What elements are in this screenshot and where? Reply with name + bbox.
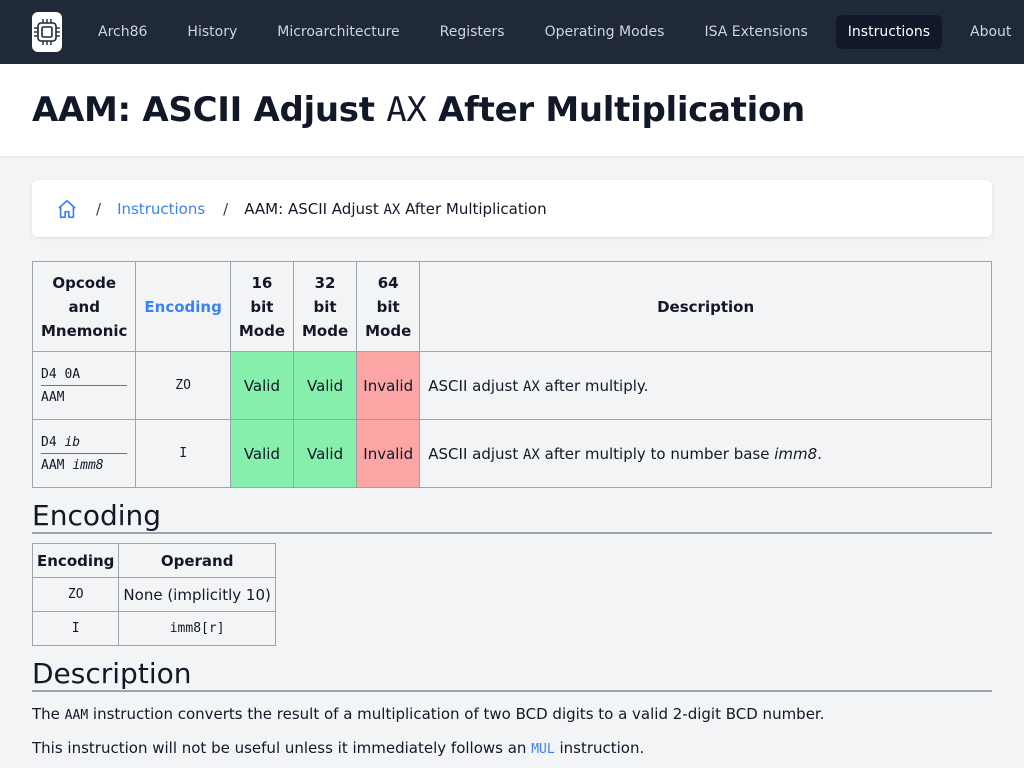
header-operand: Operand	[118, 543, 276, 578]
instruction-table-header: Opcode and Mnemonic Encoding 16 bit Mode…	[31, 261, 992, 352]
mode64-cell: Invalid	[356, 419, 421, 488]
mul-instruction-link[interactable]: MUL	[531, 742, 554, 757]
operand-cell: imm8[r]	[118, 611, 276, 646]
opcode: D4	[41, 434, 65, 450]
breadcrumb-current-suffix: After Multiplication	[400, 199, 547, 218]
description-cell: ASCII adjust AX after multiply.	[419, 351, 992, 420]
mnemonic-operand: imm8	[72, 457, 104, 473]
description-cell: ASCII adjust AX after multiply to number…	[419, 419, 992, 488]
table-row: D4 0A AAM ZO Valid Valid Invalid ASCII a…	[31, 351, 992, 420]
nav-item-about[interactable]: About	[958, 15, 1023, 49]
table-row: D4 ib AAM imm8 I Valid Valid Invalid ASC…	[31, 419, 992, 488]
header-32bit-mode: 32 bit Mode	[292, 261, 358, 352]
encoding-heading: Encoding	[32, 500, 992, 534]
header-encoding-link[interactable]: Encoding	[135, 261, 231, 352]
header-opcode: Opcode and Mnemonic	[31, 261, 137, 352]
breadcrumb-current-register: AX	[383, 201, 401, 218]
page-title-prefix: AAM: ASCII Adjust	[32, 90, 387, 130]
main-content: / Instructions / AAM: ASCII Adjust AX Af…	[0, 156, 1024, 760]
mnemonic: AAM	[41, 457, 73, 473]
breadcrumb-current: AAM: ASCII Adjust AX After Multiplicatio…	[244, 200, 546, 218]
desc-text: after multiply to number base	[539, 444, 775, 463]
paragraph-text: instruction.	[554, 739, 645, 757]
encoding-cell: I	[31, 611, 120, 646]
nav-item-operating-modes[interactable]: Operating Modes	[533, 15, 677, 49]
header-encoding: Encoding	[31, 543, 120, 578]
breadcrumb-link-instructions[interactable]: Instructions	[117, 200, 205, 218]
nav-item-instructions[interactable]: Instructions	[835, 15, 943, 49]
description-paragraph: The AAM instruction converts the result …	[32, 704, 992, 726]
breadcrumb: / Instructions / AAM: ASCII Adjust AX Af…	[32, 180, 992, 237]
paragraph-text: The	[32, 705, 65, 723]
header-description: Description	[419, 261, 992, 352]
site-logo[interactable]	[32, 12, 62, 52]
mode32-cell: Valid	[292, 419, 358, 488]
nav-item-microarchitecture[interactable]: Microarchitecture	[265, 15, 411, 49]
mode16-cell: Valid	[229, 419, 294, 488]
inline-code: AAM	[64, 708, 89, 723]
operand-cell: None (implicitly 10)	[118, 577, 276, 612]
encoding-cell: ZO	[31, 577, 120, 612]
page-title-suffix: After Multiplication	[426, 90, 805, 130]
breadcrumb-current-prefix: AAM: ASCII Adjust	[244, 199, 384, 218]
mode16-cell: Valid	[229, 351, 294, 420]
desc-operand: imm8	[774, 444, 818, 463]
desc-register: AX	[523, 446, 540, 463]
description-heading: Description	[32, 658, 992, 692]
desc-text: ASCII adjust	[428, 444, 523, 463]
nav-item-arch86[interactable]: Arch86	[86, 15, 159, 49]
nav-item-isa-extensions[interactable]: ISA Extensions	[692, 15, 819, 49]
encoding-cell: ZO	[135, 351, 231, 420]
page-title-register: AX	[386, 90, 427, 130]
encoding-table-header: Encoding Operand	[31, 543, 276, 578]
description-paragraph: This instruction will not be useful unle…	[32, 738, 992, 760]
header-16bit-mode: 16 bit Mode	[229, 261, 294, 352]
header-64bit-mode: 64 bit Mode	[356, 261, 421, 352]
opcode-cell: D4 ib AAM imm8	[31, 419, 137, 488]
opcode-cell: D4 0A AAM	[31, 351, 137, 420]
encoding-cell: I	[135, 419, 231, 488]
paragraph-text: This instruction will not be useful unle…	[32, 739, 532, 757]
cpu-chip-icon	[34, 19, 60, 45]
instruction-table: Opcode and Mnemonic Encoding 16 bit Mode…	[31, 261, 992, 488]
desc-register: AX	[523, 378, 540, 395]
breadcrumb-separator: /	[96, 199, 102, 218]
opcode: D4 0A	[41, 366, 81, 382]
opcode-operand: ib	[64, 434, 81, 450]
desc-text: after multiply.	[539, 376, 649, 395]
page-title: AAM: ASCII Adjust AX After Multiplicatio…	[32, 90, 805, 130]
mode64-cell: Invalid	[356, 351, 421, 420]
paragraph-text: instruction converts the result of a mul…	[88, 705, 825, 723]
table-row: I imm8[r]	[31, 611, 276, 646]
mode32-cell: Valid	[292, 351, 358, 420]
desc-text: .	[817, 444, 822, 463]
top-navbar: Arch86 History Microarchitecture Registe…	[0, 0, 1024, 64]
desc-text: ASCII adjust	[428, 376, 523, 395]
nav-item-registers[interactable]: Registers	[428, 15, 517, 49]
table-row: ZO None (implicitly 10)	[31, 577, 276, 612]
page-header: AAM: ASCII Adjust AX After Multiplicatio…	[0, 64, 1024, 156]
home-icon[interactable]	[56, 198, 78, 220]
breadcrumb-separator: /	[223, 199, 229, 218]
encoding-table: Encoding Operand ZO None (implicitly 10)…	[31, 543, 276, 646]
nav-item-history[interactable]: History	[175, 15, 249, 49]
mnemonic: AAM	[41, 389, 65, 405]
